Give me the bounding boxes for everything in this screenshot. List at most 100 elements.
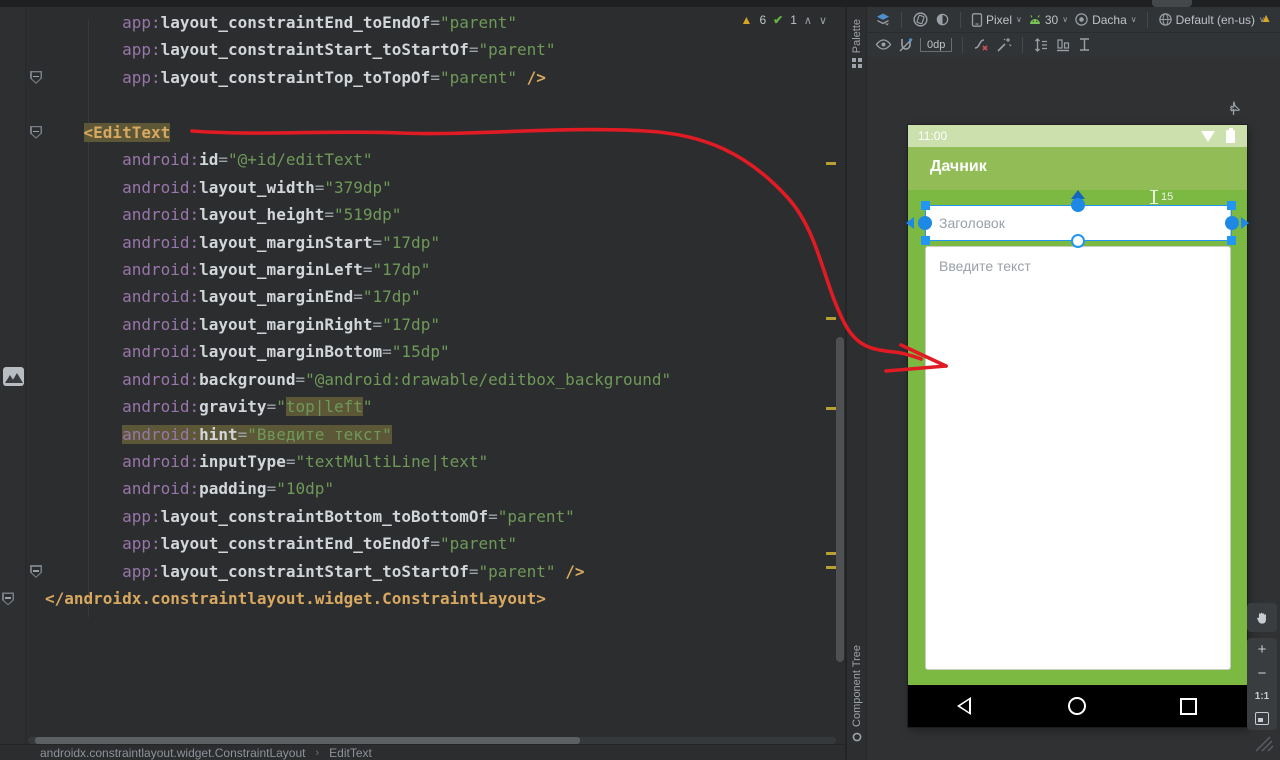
next-issue-button[interactable]: ∨ — [819, 14, 827, 27]
resize-handle-top-right[interactable] — [1227, 201, 1236, 210]
code-token: "519dp" — [334, 205, 402, 225]
code-line[interactable]: android:layout_marginLeft="17dp" — [0, 256, 845, 283]
locale-selector[interactable]: Default (en-us) ∨ — [1158, 12, 1265, 27]
recents-button-icon[interactable] — [1180, 698, 1197, 715]
breadcrumb-item-edittext[interactable]: EditText — [329, 746, 372, 760]
code-token: android: — [122, 397, 200, 417]
code-line[interactable]: android:background="@android:drawable/ed… — [0, 366, 845, 393]
zoom-actual-button[interactable]: 1:1 — [1255, 691, 1269, 702]
app-title: Дачник — [930, 158, 987, 175]
orientation-selector[interactable] — [912, 11, 929, 28]
fold-marker-icon[interactable] — [30, 125, 42, 139]
code-line[interactable]: app:layout_constraintStart_toStartOf="pa… — [0, 558, 845, 585]
clear-constraints-button[interactable] — [973, 37, 990, 52]
zoom-out-button[interactable]: − — [1258, 666, 1267, 681]
code-line[interactable]: android:layout_marginStart="17dp" — [0, 229, 845, 256]
code-line[interactable]: android:layout_marginEnd="17dp" — [0, 283, 845, 310]
warning-stripe-mark[interactable] — [826, 566, 836, 569]
pack-button[interactable] — [1033, 37, 1049, 53]
code-token: app: — [122, 40, 161, 60]
render-warning-icon[interactable]: ▲ — [1260, 11, 1272, 25]
splitter-drag-handle[interactable] — [1152, 0, 1192, 7]
guidelines-button[interactable] — [1077, 37, 1092, 52]
code-token: app: — [122, 506, 161, 526]
code-token: "parent" — [478, 561, 556, 581]
chevron-down-icon: ∨ — [1130, 15, 1137, 24]
theme-selector[interactable]: Dacha ∨ — [1074, 12, 1137, 27]
code-line[interactable]: </androidx.constraintlayout.widget.Const… — [0, 585, 845, 612]
resize-handle-bottom-left[interactable] — [921, 236, 930, 245]
code-token: "@+id/editText" — [228, 150, 373, 170]
constraint-anchor-left[interactable] — [918, 216, 932, 230]
view-options-button[interactable] — [875, 38, 892, 51]
chevron-down-icon: ∨ — [1016, 15, 1022, 24]
code-token: android: — [122, 177, 200, 197]
design-surface-selector[interactable] — [875, 12, 891, 28]
infer-constraints-button[interactable] — [996, 37, 1012, 53]
activity-background[interactable]: Заголовок Введите текст — [908, 190, 1247, 685]
device-selector[interactable]: Pixel ∨ — [971, 13, 1022, 27]
code-line[interactable]: android:hint="Введите текст" — [0, 421, 845, 448]
battery-icon — [1226, 128, 1235, 143]
distribute-icon — [1080, 38, 1090, 51]
wrench-icon[interactable] — [1227, 101, 1241, 116]
code-line[interactable]: android:layout_height="519dp" — [0, 201, 845, 228]
rotate-device-icon — [913, 12, 928, 27]
api-version-selector[interactable]: 30 ∨ — [1028, 13, 1068, 27]
multiline-edittext[interactable]: Введите текст — [925, 246, 1231, 670]
vertical-scrollbar[interactable] — [836, 337, 844, 662]
panel-resize-handle[interactable] — [1248, 733, 1274, 753]
warning-stripe-mark[interactable] — [826, 552, 836, 555]
code-line[interactable]: app:layout_constraintEnd_toEndOf="parent… — [0, 9, 845, 36]
code-token: android: — [122, 369, 200, 389]
warning-stripe-mark[interactable] — [826, 407, 836, 410]
code-line[interactable]: android:inputType="textMultiLine|text" — [0, 448, 845, 475]
code-line[interactable]: app:layout_constraintTop_toTopOf="parent… — [0, 64, 845, 91]
zoom-in-button[interactable]: + — [1258, 642, 1267, 657]
pan-button[interactable] — [1247, 603, 1277, 632]
code-line[interactable]: android:gravity="top|left" — [0, 393, 845, 420]
code-line[interactable]: android:layout_marginRight="17dp" — [0, 311, 845, 338]
code-line[interactable]: app:layout_constraintEnd_toEndOf="parent… — [0, 530, 845, 557]
system-ui-mode-selector[interactable] — [935, 12, 950, 27]
component-tree-tab[interactable]: Component Tree — [847, 645, 866, 742]
code-line[interactable]: android:layout_marginBottom="15dp" — [0, 338, 845, 365]
default-margins-selector[interactable]: 0dp — [920, 37, 953, 52]
code-token: /> — [526, 67, 546, 87]
horizontal-scrollbar-thumb[interactable] — [35, 737, 580, 744]
device-label: Pixel — [986, 12, 1013, 27]
code-line[interactable]: android:id="@+id/editText" — [0, 146, 845, 173]
prev-issue-button[interactable]: ∧ — [804, 14, 812, 27]
warning-stripe-mark[interactable] — [826, 162, 836, 165]
inspections-widget[interactable]: ▲ 6 ✔ 1 ∧ ∨ — [741, 13, 827, 27]
zoom-to-fit-icon[interactable] — [1255, 712, 1269, 725]
palette-tab[interactable]: Palette — [847, 19, 866, 69]
constraint-anchor-bottom[interactable] — [1071, 234, 1085, 248]
fold-marker-icon[interactable] — [30, 565, 42, 578]
breadcrumb-item-constraintlayout[interactable]: androidx.constraintlayout.widget.Constra… — [40, 746, 306, 760]
code-line[interactable] — [0, 91, 845, 118]
code-line[interactable]: android:padding="10dp" — [0, 475, 845, 502]
xml-code-editor[interactable]: app:layout_constraintEnd_toEndOf="parent… — [0, 7, 845, 744]
warning-stripe-mark[interactable] — [826, 317, 836, 320]
margin-ibeam-icon — [1150, 190, 1158, 204]
resize-handle-bottom-right[interactable] — [1227, 236, 1236, 245]
fold-marker-icon[interactable] — [30, 70, 42, 84]
toolbar-separator — [1022, 36, 1024, 53]
code-token: = — [237, 424, 248, 444]
code-line[interactable]: android:layout_width="379dp" — [0, 174, 845, 201]
constraint-anchor-right[interactable] — [1225, 216, 1239, 230]
home-button-icon[interactable] — [1068, 697, 1086, 715]
code-token: "parent" — [439, 534, 518, 554]
code-line[interactable]: app:layout_constraintBottom_toBottomOf="… — [0, 503, 845, 530]
constraint-anchor-top[interactable] — [1071, 198, 1085, 212]
code-line[interactable]: app:layout_constraintStart_toStartOf="pa… — [0, 36, 845, 63]
autoconnect-toggle[interactable] — [898, 37, 914, 53]
constraint-arrow-right-icon — [1241, 217, 1249, 229]
resize-handle-top-left[interactable] — [921, 201, 930, 210]
code-token: inputType — [199, 452, 286, 471]
align-button[interactable] — [1055, 38, 1071, 52]
back-button-icon[interactable] — [957, 697, 971, 715]
code-token: "17dp" — [372, 259, 431, 279]
code-line[interactable]: <EditText — [0, 119, 845, 146]
